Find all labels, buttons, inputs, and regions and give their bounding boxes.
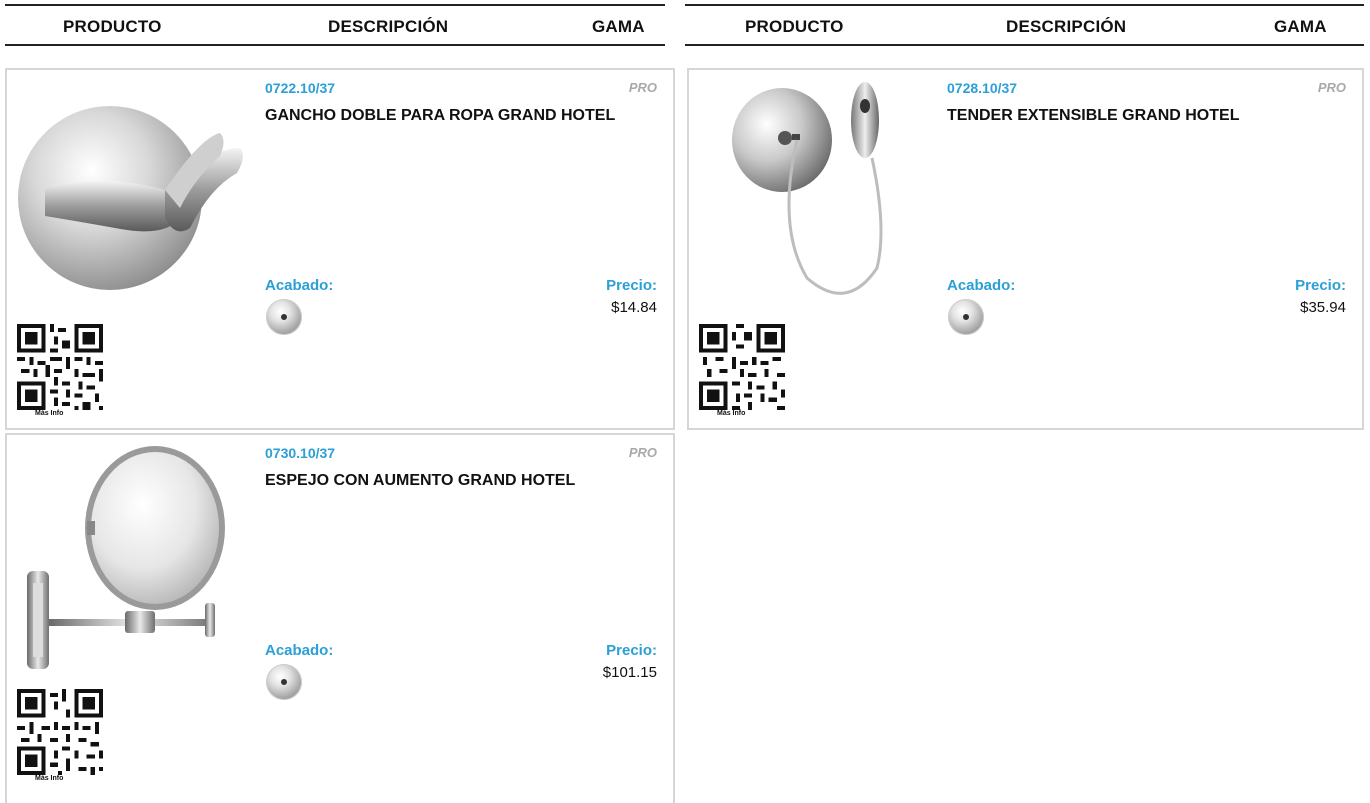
- chrome-finish-swatch-icon: [266, 664, 302, 700]
- gama-badge: PRO: [628, 445, 657, 460]
- header-rule-top: [685, 4, 1364, 6]
- double-hook-icon: [15, 78, 243, 310]
- product-code: 0728.10/37: [947, 80, 1018, 96]
- qr-code-icon[interactable]: [17, 689, 103, 775]
- product-card: 0730.10/37 PRO ESPEJO CON AUMENTO GRAND …: [5, 433, 675, 803]
- product-name: TENDER EXTENSIBLE GRAND HOTEL: [947, 107, 1240, 124]
- product-price: $101.15: [602, 664, 657, 681]
- acabado-label: Acabado:: [947, 277, 1016, 294]
- chrome-finish-swatch-icon: [266, 299, 302, 335]
- product-name: ESPEJO CON AUMENTO GRAND HOTEL: [265, 472, 576, 489]
- precio-label: Precio:: [1295, 277, 1346, 294]
- header-rule-bottom: [5, 44, 665, 46]
- column-header-gama: GAMA: [592, 17, 645, 36]
- chrome-finish-swatch-icon: [948, 299, 984, 335]
- qr-label: Más Info: [35, 775, 64, 782]
- header-rule-top: [5, 4, 665, 6]
- qr-label: Más Info: [35, 410, 64, 417]
- product-card: 0728.10/37 PRO TENDER EXTENSIBLE GRAND H…: [687, 68, 1364, 430]
- product-price: $35.94: [1300, 299, 1346, 316]
- product-name: GANCHO DOBLE PARA ROPA GRAND HOTEL: [265, 107, 616, 124]
- acabado-label: Acabado:: [265, 642, 334, 659]
- column-header-descripcion: DESCRIPCIÓN: [1006, 17, 1127, 36]
- product-code: 0730.10/37: [265, 445, 336, 461]
- precio-label: Precio:: [606, 277, 657, 294]
- magnifying-mirror-icon: [15, 443, 243, 675]
- acabado-label: Acabado:: [265, 277, 334, 294]
- retractable-clothesline-icon: [697, 78, 925, 310]
- gama-badge: PRO: [628, 80, 657, 95]
- product-card: 0722.10/37 PRO GANCHO DOBLE PARA ROPA GR…: [5, 68, 675, 430]
- column-header-producto: PRODUCTO: [63, 17, 162, 36]
- column-header-producto: PRODUCTO: [745, 17, 844, 36]
- product-code: 0722.10/37: [265, 80, 336, 96]
- qr-label: Más Info: [717, 410, 746, 417]
- qr-code-icon[interactable]: [17, 324, 103, 410]
- column-header-descripcion: DESCRIPCIÓN: [328, 17, 449, 36]
- column-header-gama: GAMA: [1274, 17, 1327, 36]
- gama-badge: PRO: [1317, 80, 1346, 95]
- precio-label: Precio:: [606, 642, 657, 659]
- product-price: $14.84: [611, 299, 657, 316]
- header-rule-bottom: [685, 44, 1364, 46]
- qr-code-icon[interactable]: [699, 324, 785, 410]
